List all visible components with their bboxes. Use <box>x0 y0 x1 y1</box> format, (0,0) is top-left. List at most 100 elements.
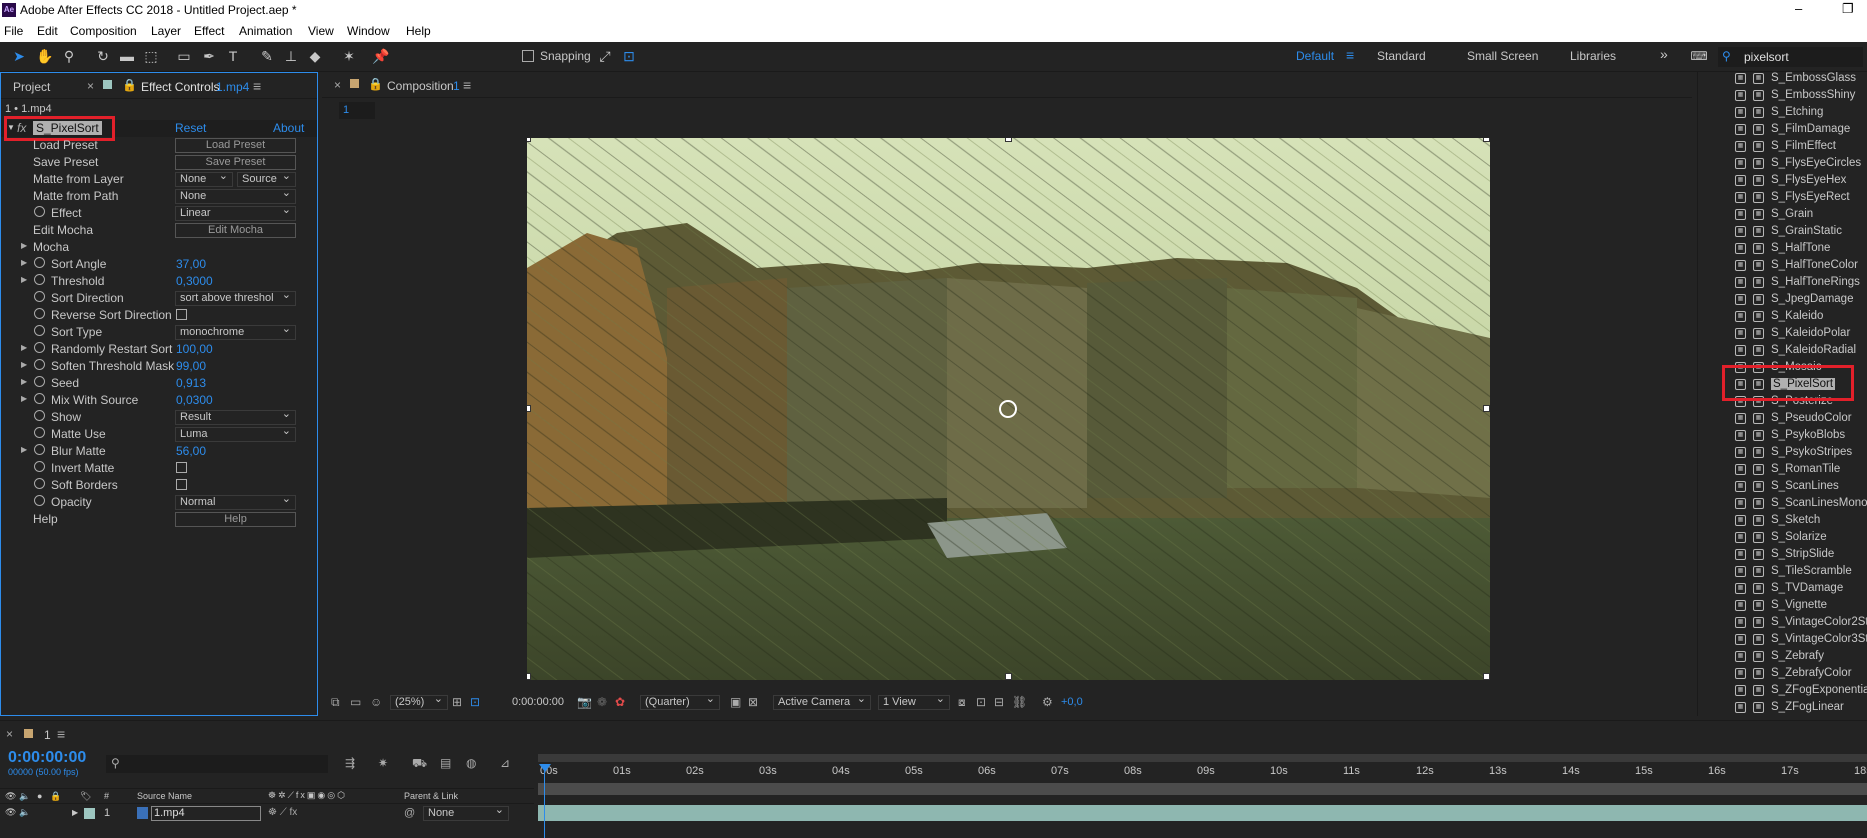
stopwatch-icon[interactable] <box>34 359 45 370</box>
twirl-icon[interactable]: ▶ <box>21 377 27 386</box>
tab-effect-controls[interactable]: Effect Controls <box>141 80 219 94</box>
stopwatch-icon[interactable] <box>34 461 45 472</box>
graph-editor-icon[interactable]: ⊿ <box>500 756 510 770</box>
reset-exposure-icon[interactable]: ⚙ <box>1042 695 1053 709</box>
param-value[interactable]: 37,00 <box>176 257 206 271</box>
frame-blending-icon[interactable]: ▤ <box>440 756 451 770</box>
menu-window[interactable]: Window <box>347 24 390 38</box>
effect-list-item[interactable]: ▦ ▦ S_VintageColor3Str <box>1698 631 1867 648</box>
draft-3d-icon[interactable]: ✷ <box>378 756 388 770</box>
composition-viewer[interactable] <box>527 138 1490 680</box>
menu-composition[interactable]: Composition <box>70 24 137 38</box>
effect-list-item[interactable]: ▦ ▦ S_FlysEyeHex <box>1698 172 1867 189</box>
param-button[interactable]: Edit Mocha <box>175 223 296 238</box>
param-dropdown[interactable]: Luma <box>175 425 296 442</box>
stopwatch-icon[interactable] <box>34 478 45 489</box>
effect-list-item[interactable]: ▦ ▦ S_KaleidoRadial <box>1698 342 1867 359</box>
audio-switch-icon[interactable]: 🔈 <box>19 791 30 802</box>
exposure-value[interactable]: +0,0 <box>1061 696 1083 708</box>
lock-switch-icon[interactable]: 🔒 <box>50 791 61 802</box>
transform-handle[interactable] <box>527 673 531 680</box>
twirl-icon[interactable]: ▶ <box>21 241 27 250</box>
param-value[interactable]: 56,00 <box>176 444 206 458</box>
effect-list-item[interactable]: ▦ ▦ S_EmbossGlass <box>1698 70 1867 87</box>
effect-list-item[interactable]: ▦ ▦ S_ScanLinesMono <box>1698 495 1867 512</box>
effect-list-item[interactable]: ▦ ▦ S_ZFogExponential <box>1698 682 1867 699</box>
stopwatch-icon[interactable] <box>34 376 45 387</box>
effect-list-item[interactable]: ▦ ▦ S_FilmEffect <box>1698 138 1867 155</box>
effects-search[interactable]: ⚲ pixelsort <box>1718 47 1863 67</box>
transform-handle[interactable] <box>1483 405 1490 412</box>
stopwatch-icon[interactable] <box>34 427 45 438</box>
motion-blur-icon[interactable]: ◍ <box>466 756 476 770</box>
column-parent-link[interactable]: Parent & Link <box>404 791 458 801</box>
layer-row[interactable]: 👁 🔈 ▶ 1 1.mp4 ☸ ⟋ fx @ None <box>0 804 534 822</box>
rectangle-tool-icon[interactable]: ▭ <box>175 47 193 65</box>
time-ruler-tick[interactable]: 03s <box>759 765 777 777</box>
effect-list-item[interactable]: ▦ ▦ S_RomanTile <box>1698 461 1867 478</box>
transform-handle[interactable] <box>527 138 531 142</box>
effect-list-item[interactable]: ▦ ▦ S_FilmDamage <box>1698 121 1867 138</box>
channel-icon[interactable]: ✿ <box>615 695 625 709</box>
workspace-libraries[interactable]: Libraries <box>1570 49 1616 63</box>
param-dropdown[interactable]: sort above threshol <box>175 289 296 306</box>
effect-list-item[interactable]: ▦ ▦ S_TVDamage <box>1698 580 1867 597</box>
selection-tool-icon[interactable]: ➤ <box>10 47 28 65</box>
layer-duration-bar[interactable] <box>538 805 1867 821</box>
stopwatch-icon[interactable] <box>34 274 45 285</box>
zoom-dropdown[interactable]: (25%) <box>390 693 448 710</box>
label-column-icon[interactable]: 🏷 <box>80 791 91 802</box>
param-button[interactable]: Save Preset <box>175 155 296 170</box>
layer-visibility-icon[interactable]: 👁 <box>5 807 16 818</box>
param-dropdown[interactable]: Result <box>175 408 296 425</box>
close-comp-tab-icon[interactable]: × <box>334 78 341 92</box>
rotate-tool-icon[interactable]: ↻ <box>94 47 112 65</box>
effect-list-item[interactable]: ▦ ▦ S_ZebrafyColor <box>1698 665 1867 682</box>
minimize-icon[interactable]: – <box>1795 1 1802 16</box>
camera-tool-icon[interactable]: ▬ <box>118 47 136 65</box>
time-ruler-tick[interactable]: 15s <box>1635 765 1653 777</box>
effect-list-item[interactable]: ▦ ▦ S_HalfToneRings <box>1698 274 1867 291</box>
timeline-menu-icon[interactable]: ≡ <box>57 726 65 742</box>
transform-handle[interactable] <box>1005 138 1012 142</box>
anchor-point-icon[interactable] <box>999 400 1017 418</box>
param-dropdown[interactable]: Linear <box>175 204 296 221</box>
comp-breadcrumb[interactable]: 1 <box>339 102 375 119</box>
workspace-default[interactable]: Default <box>1296 49 1334 63</box>
column-source-name[interactable]: Source Name <box>137 791 192 801</box>
about-link[interactable]: About <box>273 121 304 135</box>
time-ruler-tick[interactable]: 10s <box>1270 765 1288 777</box>
menu-effect[interactable]: Effect <box>194 24 224 38</box>
layer-switches[interactable]: ☸ ⟋ fx <box>268 807 297 818</box>
stopwatch-icon[interactable] <box>34 308 45 319</box>
param-value[interactable]: 100,00 <box>176 342 213 356</box>
effect-list-item[interactable]: ▦ ▦ S_Etching <box>1698 104 1867 121</box>
effect-list-item[interactable]: ▦ ▦ S_GrainStatic <box>1698 223 1867 240</box>
transparency-grid-icon[interactable]: ⊡ <box>470 695 480 709</box>
stopwatch-icon[interactable] <box>34 410 45 421</box>
transparency-icon[interactable]: ⊠ <box>748 695 758 709</box>
playhead-icon[interactable] <box>539 764 551 772</box>
puppet-pin-tool-icon[interactable]: 📌 <box>372 47 390 65</box>
effect-list-item[interactable]: ▦ ▦ S_Sketch <box>1698 512 1867 529</box>
param-checkbox[interactable] <box>176 479 187 490</box>
camera-dropdown[interactable]: Active Camera <box>773 693 871 710</box>
shy-layers-icon[interactable]: ⛟ <box>412 756 427 772</box>
effect-list-item[interactable]: ▦ ▦ S_HalfTone <box>1698 240 1867 257</box>
menu-view[interactable]: View <box>308 24 334 38</box>
lock-icon[interactable]: 🔒 <box>122 78 137 92</box>
effect-list-item[interactable]: ▦ ▦ S_EmbossShiny <box>1698 87 1867 104</box>
layer-name[interactable]: 1.mp4 <box>151 806 261 821</box>
menu-animation[interactable]: Animation <box>239 24 292 38</box>
layer-audio-icon[interactable]: 🔈 <box>19 807 30 818</box>
effect-list-item[interactable]: ▦ ▦ S_Solarize <box>1698 529 1867 546</box>
always-preview-icon[interactable]: ⧉ <box>331 695 340 710</box>
flowchart-icon[interactable]: ⛓ <box>1012 695 1027 709</box>
type-tool-icon[interactable]: T <box>224 47 242 65</box>
effect-list-item[interactable]: ▦ ▦ S_HalfToneColor <box>1698 257 1867 274</box>
brush-tool-icon[interactable]: ✎ <box>258 47 276 65</box>
search-input[interactable]: pixelsort <box>1744 50 1789 64</box>
stopwatch-icon[interactable] <box>34 325 45 336</box>
resolution-dropdown[interactable]: (Quarter) <box>640 693 720 710</box>
video-switch-icon[interactable]: 👁 <box>5 791 16 802</box>
